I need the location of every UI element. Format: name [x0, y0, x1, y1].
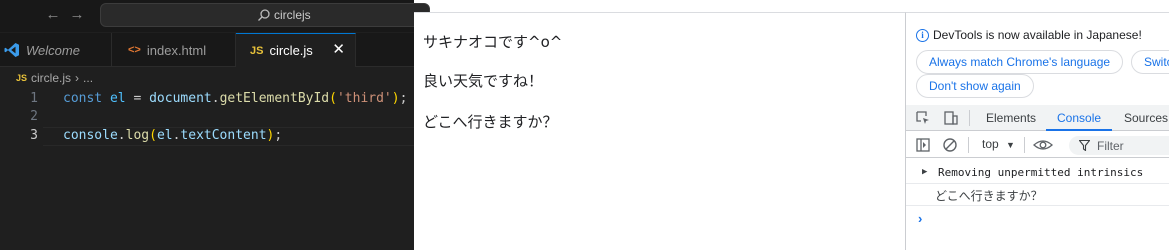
tab-sources[interactable]: Sources [1124, 105, 1168, 131]
language-info-banner: i DevTools is now available in Japanese! [916, 28, 1142, 42]
page-paragraph-third: どこへ行きますか？ [423, 113, 558, 131]
sidebar-toggle-icon[interactable] [915, 137, 931, 153]
command-center-search[interactable]: circlejs [100, 3, 430, 27]
page-paragraph-second: 良い天気ですね！ [423, 72, 544, 90]
browser-page: サキナオコです^o^ 良い天気ですね！ どこへ行きますか？ [414, 12, 905, 250]
tab-label: circle.js [269, 43, 313, 58]
search-icon [258, 9, 270, 21]
tab-label: Welcome [26, 42, 80, 58]
code-text: console.log(el.textContent); [63, 128, 283, 143]
tab-elements[interactable]: Elements [986, 105, 1036, 131]
console-message-text: どこへ行きますか？ [935, 189, 1043, 203]
title-bar: ← → circlejs [0, 0, 430, 32]
devtools-panel: i DevTools is now available in Japanese!… [905, 12, 1169, 250]
code-line: 1 const el = document.getElementById('th… [0, 91, 414, 110]
code-line: 2 [0, 109, 414, 128]
vscode-logo-icon [4, 43, 19, 57]
filter-icon [1079, 140, 1090, 151]
forward-arrow-icon[interactable]: → [68, 6, 86, 24]
console-message-text: Removing unpermitted intrinsics [938, 166, 1144, 179]
tab-index-html[interactable]: <> index.html [112, 33, 236, 67]
vscode-window: ← → circlejs Welcome <> index.html JS ci… [0, 0, 430, 250]
line-number: 1 [30, 91, 38, 106]
inspect-element-icon[interactable] [915, 110, 931, 126]
context-value: top [982, 137, 999, 151]
live-expression-eye-icon[interactable] [1033, 137, 1053, 153]
tab-welcome[interactable]: Welcome [0, 33, 112, 67]
devtools-tab-bar: Elements Console Sources [906, 105, 1169, 131]
tab-label: index.html [146, 42, 207, 58]
breadcrumb: JS circle.js › ... [16, 70, 93, 86]
filter-placeholder: Filter [1097, 139, 1124, 153]
line-number: 3 [30, 128, 38, 143]
console-message-warning[interactable]: ▶ Removing unpermitted intrinsics [906, 164, 1169, 184]
chevron-right-icon: › [75, 71, 80, 85]
js-icon: JS [16, 73, 28, 83]
divider [968, 137, 969, 153]
code-line: 3 console.log(el.textContent); [0, 128, 414, 147]
console-prompt-icon[interactable]: › [918, 211, 922, 226]
close-icon[interactable]: ✕ [332, 42, 345, 58]
info-message: DevTools is now available in Japanese! [933, 28, 1142, 42]
page-paragraph-first: サキナオコです^o^ [423, 33, 563, 51]
js-icon: JS [250, 44, 264, 57]
context-select[interactable]: top ▼ [982, 137, 1015, 151]
back-arrow-icon[interactable]: ← [44, 6, 62, 24]
device-toolbar-icon[interactable] [943, 110, 959, 126]
editor-tab-bar: Welcome <> index.html JS circle.js ✕ [0, 33, 414, 67]
clear-console-icon[interactable] [942, 137, 958, 153]
console-toolbar: top ▼ Filter [906, 132, 1169, 158]
breadcrumb-more[interactable]: ... [83, 71, 93, 85]
caret-down-icon: ▼ [1006, 140, 1015, 150]
dont-show-again-button[interactable]: Don't show again [916, 74, 1034, 98]
line-number: 2 [30, 109, 38, 124]
divider [1024, 137, 1025, 153]
divider [969, 110, 970, 126]
code-text: const el = document.getElementById('thir… [63, 91, 408, 106]
console-message-log[interactable]: どこへ行きますか？ [906, 186, 1169, 206]
always-match-language-button[interactable]: Always match Chrome's language [916, 50, 1124, 74]
command-center-text: circlejs [274, 8, 311, 22]
tab-circle-js[interactable]: JS circle.js ✕ [236, 33, 356, 67]
breadcrumb-file[interactable]: circle.js [31, 71, 71, 85]
code-editor[interactable]: 1 const el = document.getElementById('th… [0, 88, 414, 250]
expand-triangle-icon[interactable]: ▶ [922, 167, 927, 177]
info-icon: i [916, 28, 929, 42]
html-icon: <> [128, 44, 141, 56]
tab-console[interactable]: Console [1046, 105, 1113, 131]
filter-input[interactable]: Filter [1069, 136, 1169, 155]
switch-language-button[interactable]: Switc [1131, 50, 1169, 74]
